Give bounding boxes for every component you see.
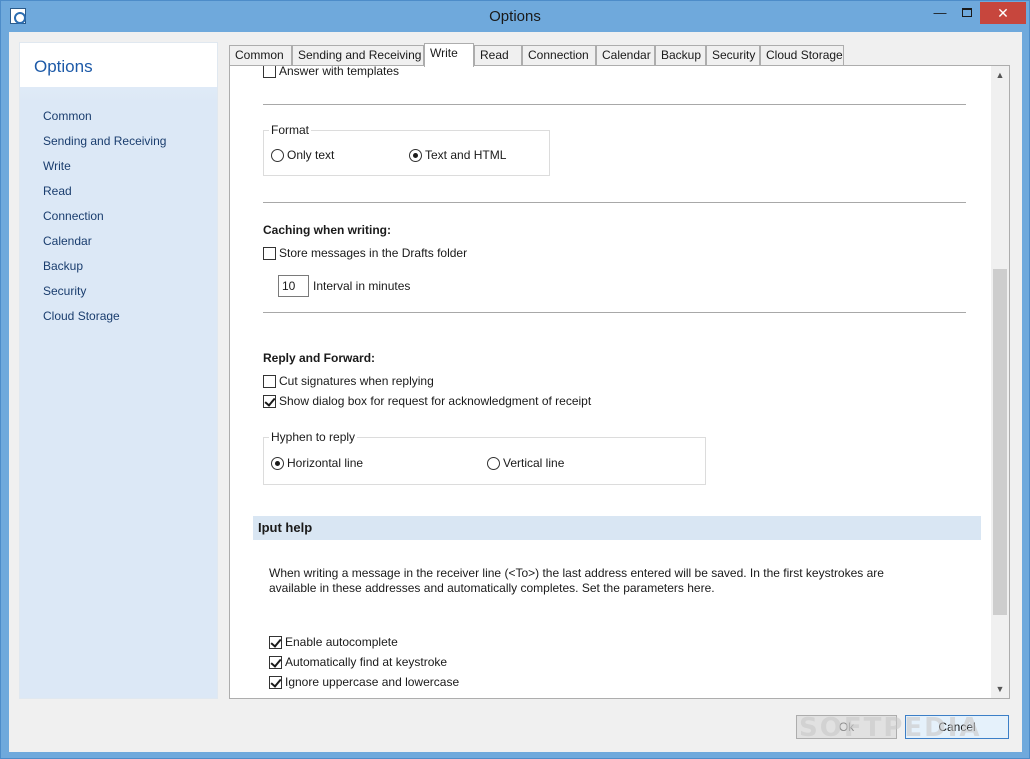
tab-write[interactable]: Write	[424, 43, 474, 67]
sidebar: Options Common Sending and Receiving Wri…	[19, 42, 218, 699]
format-only-text-radio[interactable]	[271, 149, 284, 162]
sidebar-item-cloud-storage[interactable]: Cloud Storage	[43, 309, 120, 323]
scroll-content: Answer with templates Format Only text T…	[230, 66, 991, 698]
sidebar-item-security[interactable]: Security	[43, 284, 86, 298]
tab-backup[interactable]: Backup	[655, 45, 706, 65]
hyphen-vertical-label: Vertical line	[503, 456, 565, 470]
caching-heading: Caching when writing:	[263, 223, 391, 237]
tab-connection[interactable]: Connection	[522, 45, 596, 65]
maximize-icon	[962, 8, 972, 17]
tab-calendar[interactable]: Calendar	[596, 45, 655, 65]
tab-common[interactable]: Common	[229, 45, 292, 65]
close-button[interactable]: ✕	[980, 2, 1026, 24]
enable-autocomplete-label: Enable autocomplete	[285, 635, 398, 649]
separator	[263, 202, 966, 204]
maximize-button[interactable]	[953, 2, 981, 24]
tab-panel-write: Answer with templates Format Only text T…	[229, 65, 1010, 699]
minimize-button[interactable]: —	[926, 2, 954, 24]
scroll-up-icon[interactable]: ▲	[991, 66, 1009, 84]
store-drafts-checkbox[interactable]	[263, 247, 276, 260]
sidebar-item-read[interactable]: Read	[43, 184, 72, 198]
ignore-case-checkbox[interactable]	[269, 676, 282, 689]
interval-minutes-input[interactable]: 10	[278, 275, 309, 297]
show-dialog-checkbox[interactable]	[263, 395, 276, 408]
sidebar-item-write[interactable]: Write	[43, 159, 71, 173]
enable-autocomplete-checkbox[interactable]	[269, 636, 282, 649]
window-title: Options	[489, 8, 541, 25]
store-drafts-label: Store messages in the Drafts folder	[279, 246, 468, 260]
auto-find-checkbox[interactable]	[269, 656, 282, 669]
tab-read[interactable]: Read	[474, 45, 522, 65]
sidebar-item-common[interactable]: Common	[43, 109, 92, 123]
hyphen-horizontal-label: Horizontal line	[287, 456, 364, 470]
reply-forward-heading: Reply and Forward:	[263, 351, 376, 365]
dialog-client-area: Options Common Sending and Receiving Wri…	[9, 32, 1022, 752]
hyphen-vertical-radio[interactable]	[487, 457, 500, 470]
answer-templates-label: Answer with templates	[279, 66, 400, 78]
input-help-description: When writing a message in the receiver l…	[269, 566, 884, 595]
format-group: Format Only text Text and HTML	[263, 123, 550, 176]
sidebar-item-connection[interactable]: Connection	[43, 209, 104, 223]
separator	[263, 104, 966, 106]
sidebar-item-calendar[interactable]: Calendar	[43, 234, 92, 248]
format-only-text-label: Only text	[287, 148, 335, 162]
cut-signatures-checkbox[interactable]	[263, 375, 276, 388]
sidebar-item-backup[interactable]: Backup	[43, 259, 83, 273]
cut-signatures-label: Cut signatures when replying	[279, 374, 434, 388]
sidebar-item-sending-and-receiving[interactable]: Sending and Receiving	[43, 134, 166, 148]
vertical-scrollbar[interactable]: ▲ ▼	[991, 66, 1009, 698]
interval-minutes-label: Interval in minutes	[313, 279, 411, 293]
hyphen-group: Hyphen to reply Horizontal line Vertical…	[263, 430, 706, 485]
ignore-case-label: Ignore uppercase and lowercase	[285, 675, 460, 689]
tab-security[interactable]: Security	[706, 45, 760, 65]
format-text-and-html-label: Text and HTML	[425, 148, 507, 162]
auto-find-label: Automatically find at keystroke	[285, 655, 448, 669]
tab-sending-and-receiving[interactable]: Sending and Receiving	[292, 45, 424, 65]
answer-templates-checkbox[interactable]	[263, 66, 276, 78]
hyphen-legend: Hyphen to reply	[269, 430, 358, 444]
title-bar[interactable]: Options — ✕	[1, 1, 1029, 32]
sidebar-header: Options	[20, 43, 217, 87]
format-text-and-html-radio[interactable]	[409, 149, 422, 162]
ok-button[interactable]: Ok	[796, 715, 897, 739]
separator	[263, 312, 966, 314]
format-legend: Format	[269, 123, 312, 137]
options-window: Options — ✕ Options Common Sending and R…	[0, 0, 1030, 759]
tab-cloud-storage[interactable]: Cloud Storage	[760, 45, 844, 65]
show-dialog-label: Show dialog box for request for acknowle…	[279, 394, 592, 408]
input-help-header: Iput help	[253, 516, 981, 540]
scroll-down-icon[interactable]: ▼	[991, 680, 1009, 698]
hyphen-horizontal-radio[interactable]	[271, 457, 284, 470]
cancel-button[interactable]: Cancel	[905, 715, 1009, 739]
sidebar-title: Options	[34, 57, 93, 76]
scroll-thumb[interactable]	[993, 269, 1007, 615]
input-help-heading: Iput help	[258, 520, 313, 535]
